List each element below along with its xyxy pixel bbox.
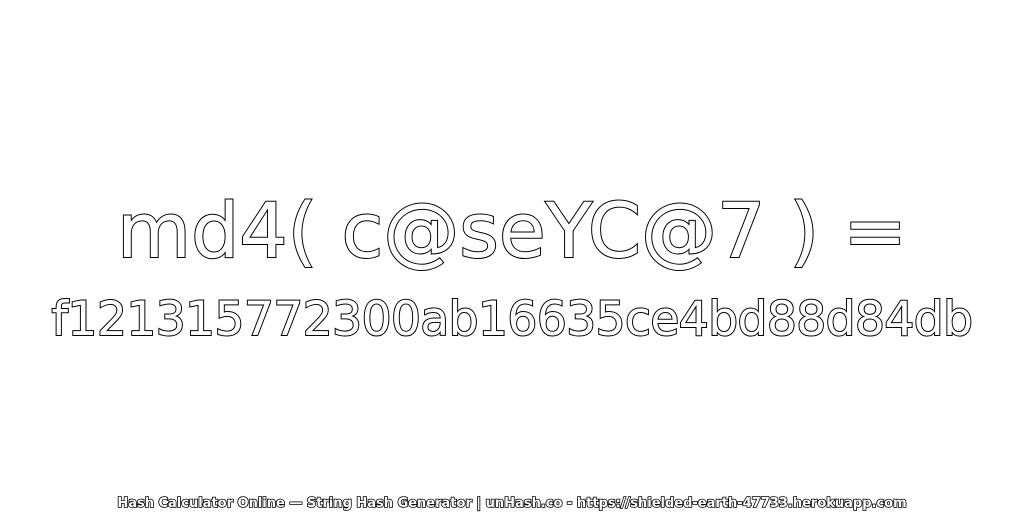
hash-result: f121315772300ab16635ce4bd88d84db <box>51 291 974 348</box>
hash-expression: md4( c@seYC@7 ) = <box>116 185 908 276</box>
footer-caption: Hash Calculator Online — String Hash Gen… <box>117 495 908 512</box>
